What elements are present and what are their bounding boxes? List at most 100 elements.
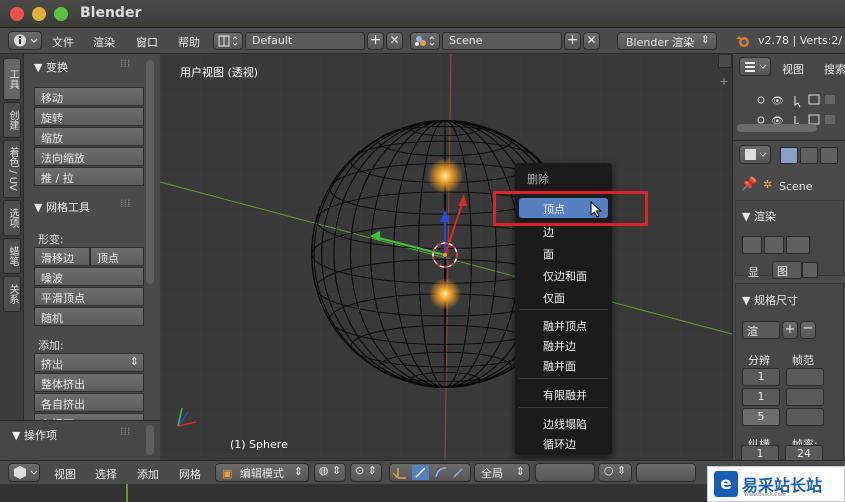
view-menu[interactable]: 视图 xyxy=(54,466,76,482)
layers-group[interactable] xyxy=(535,463,595,482)
render-animation-button[interactable] xyxy=(764,236,784,254)
pivot-dropdown[interactable]: ⊙ ⇕ xyxy=(350,463,382,482)
mode-value: 编辑模式 xyxy=(239,467,284,480)
drag-handle-icon[interactable]: ⁞⁞⁞ xyxy=(120,425,131,438)
shrink-fatten-button[interactable]: 法向缩放 xyxy=(34,147,144,166)
render-context-icon[interactable] xyxy=(780,147,798,164)
outliner-view-menu[interactable]: 视图 xyxy=(782,61,804,77)
preset-add-button[interactable]: + xyxy=(782,321,798,339)
tab-relations[interactable]: 关系 xyxy=(3,276,21,312)
menu-item-dissolve-faces[interactable]: 融并面 xyxy=(543,358,576,374)
layout-selector[interactable] xyxy=(213,32,243,50)
layout-add-button[interactable]: + xyxy=(367,32,384,50)
tool-shelf-tabs: 工具 创建 着色 / UV 选项 蜡笔 关系 xyxy=(0,54,24,460)
menu-item-edge-collapse[interactable]: 边线塌陷 xyxy=(543,416,587,432)
resolution-x-field[interactable]: 1 xyxy=(742,368,780,386)
frame-step-field[interactable] xyxy=(786,408,824,426)
tab-shading-uv[interactable]: 着色 / UV xyxy=(3,140,21,198)
transform-header[interactable]: ▼ 变换 xyxy=(34,59,68,75)
frame-start-field[interactable] xyxy=(786,368,824,386)
select-menu[interactable]: 选择 xyxy=(95,466,117,482)
outliner-h-scrollbar[interactable] xyxy=(737,124,817,132)
pin-icon[interactable]: 📌 xyxy=(741,177,757,192)
scene-context-icon[interactable] xyxy=(820,147,838,164)
scene-remove-button[interactable]: ✕ xyxy=(583,32,600,50)
layout-name-field[interactable]: Default xyxy=(245,32,365,50)
push-pull-button[interactable]: 推 / 拉 xyxy=(34,167,144,186)
tab-create[interactable]: 创建 xyxy=(3,102,21,138)
rotate-button[interactable]: 旋转 xyxy=(34,107,144,126)
resolution-y-field[interactable]: 1 xyxy=(742,388,780,406)
menu-window[interactable]: 窗口 xyxy=(136,34,158,50)
tab-grease-pencil[interactable]: 蜡笔 xyxy=(3,238,21,274)
menu-item-edges[interactable]: 边 xyxy=(543,224,554,240)
lock-icon[interactable] xyxy=(802,262,818,278)
smooth-vertex-button[interactable]: 平滑顶点 xyxy=(34,287,144,306)
menu-item-faces[interactable]: 面 xyxy=(543,246,554,262)
render-audio-button[interactable] xyxy=(786,236,810,254)
scale-button[interactable]: 缩放 xyxy=(34,127,144,146)
extrude-region-button[interactable]: 整体挤出 xyxy=(34,373,144,392)
proportional-edit-dropdown[interactable]: ○ ⇕ xyxy=(598,463,632,482)
mode-dropdown[interactable]: ▣ 编辑模式 ⇕ xyxy=(215,463,309,482)
frame-end-field[interactable] xyxy=(786,388,824,406)
edge-slide-button[interactable]: 滑移边 xyxy=(34,247,90,266)
menu-help[interactable]: 帮助 xyxy=(178,34,200,50)
dimensions-header[interactable]: ▼ 规格尺寸 xyxy=(742,292,798,308)
mesh-menu[interactable]: 网格 xyxy=(179,466,201,482)
window-minimize-button[interactable] xyxy=(32,7,46,21)
mesh-tools-header[interactable]: ▼ 网格工具 xyxy=(34,199,90,215)
render-engine-dropdown[interactable]: Blender 渲染 ⇕ xyxy=(617,32,717,50)
extrude-dropdown[interactable]: 挤出 ⇕ xyxy=(34,353,144,372)
3d-viewport[interactable]: 用户视图 (透视) (1) Sphere + 删除 顶点 边 面 仅边和面 仅面… xyxy=(160,54,732,460)
view3d-editor-type[interactable] xyxy=(8,463,40,482)
outliner-editor-type[interactable] xyxy=(739,57,771,76)
viewport-canvas[interactable] xyxy=(160,54,732,460)
add-menu[interactable]: 添加 xyxy=(137,466,159,482)
render-preset-dropdown[interactable]: 渲 xyxy=(742,321,780,339)
menu-item-only-edges-faces[interactable]: 仅边和面 xyxy=(543,268,587,284)
vertex-slide-button[interactable]: 顶点 xyxy=(90,247,144,266)
tool-shelf-scrollbar[interactable] xyxy=(146,60,154,284)
preset-remove-button[interactable]: − xyxy=(800,321,816,339)
noise-button[interactable]: 噪波 xyxy=(34,267,144,286)
window-close-button[interactable] xyxy=(10,7,24,21)
shading-dropdown[interactable]: ◍ ⇕ xyxy=(314,463,346,482)
randomize-button[interactable]: 随机 xyxy=(34,307,144,326)
scene-selector[interactable] xyxy=(410,32,440,50)
current-frame-indicator[interactable] xyxy=(126,484,128,502)
menu-item-dissolve-vertices[interactable]: 融并顶点 xyxy=(543,318,587,334)
tab-options[interactable]: 选项 xyxy=(3,200,21,236)
properties-toggle-icon[interactable]: + xyxy=(718,76,730,88)
menu-item-only-faces[interactable]: 仅面 xyxy=(543,290,565,306)
window-title: Blender xyxy=(80,5,142,21)
render-panel-header[interactable]: ▼ 渲染 xyxy=(742,208,776,224)
drag-handle-icon[interactable]: ⁞⁞⁞ xyxy=(120,57,131,70)
menu-render[interactable]: 渲染 xyxy=(93,34,115,50)
render-image-button[interactable] xyxy=(742,236,762,254)
window-maximize-button[interactable] xyxy=(54,7,68,21)
menu-file[interactable]: 文件 xyxy=(52,34,74,50)
outliner-search-menu[interactable]: 搜索 xyxy=(824,61,845,77)
snap-group[interactable] xyxy=(636,463,696,482)
resolution-percent-field[interactable]: 5 xyxy=(742,408,780,426)
move-button[interactable]: 移动 xyxy=(34,87,144,106)
menu-item-edge-loops[interactable]: 循环边 xyxy=(543,436,576,452)
extrude-individual-button[interactable]: 各自挤出 xyxy=(34,393,144,412)
operator-header[interactable]: ▼ 操作项 xyxy=(12,427,57,443)
display-dropdown[interactable]: 图 xyxy=(772,261,802,279)
menu-item-limited-dissolve[interactable]: 有限融并 xyxy=(543,387,587,403)
render-layers-icon[interactable] xyxy=(800,147,818,164)
drag-handle-icon[interactable]: ⁞⁞⁞ xyxy=(120,197,131,210)
operator-scrollbar[interactable] xyxy=(146,425,154,455)
viewport-corner-button[interactable] xyxy=(718,54,732,68)
properties-editor-type[interactable] xyxy=(739,145,771,164)
orientation-dropdown[interactable]: 全局 ⇕ xyxy=(474,463,530,482)
scene-name-field[interactable]: Scene xyxy=(442,32,562,50)
tab-tools[interactable]: 工具 xyxy=(3,58,21,100)
menu-item-dissolve-edges[interactable]: 融并边 xyxy=(543,338,576,354)
layout-remove-button[interactable]: ✕ xyxy=(386,32,403,50)
add-label: 添加: xyxy=(38,339,64,352)
scene-add-button[interactable]: + xyxy=(564,32,581,50)
editor-type-button[interactable] xyxy=(8,31,42,50)
